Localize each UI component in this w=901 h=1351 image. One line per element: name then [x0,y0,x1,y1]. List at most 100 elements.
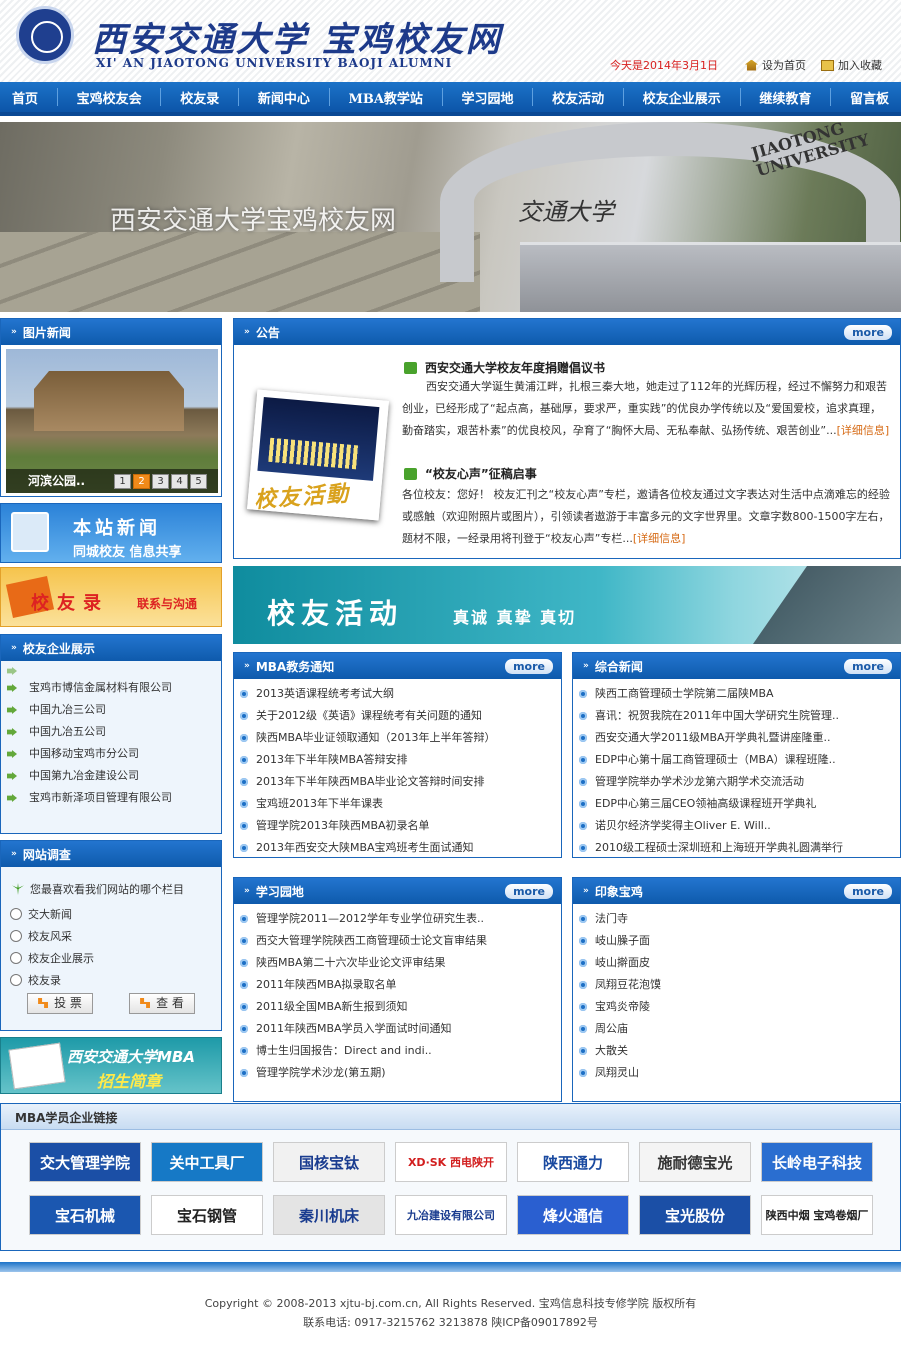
partner-logo-link[interactable]: 施耐德宝光 [639,1142,751,1182]
partner-logo-link[interactable]: 烽火通信 [517,1195,629,1235]
impression-more-button[interactable]: more [844,884,892,899]
list-item[interactable]: 陕西MBA第二十六次毕业论文评审结果 [240,952,561,974]
list-item-link[interactable]: 诺贝尔经济学奖得主Oliver E. Will.. [595,815,771,837]
list-item[interactable]: 管理学院学术沙龙(第五期) [240,1062,561,1084]
list-item[interactable]: 2011年陕西MBA学员入学面试时间通知 [240,1018,561,1040]
notice-title-1[interactable]: 西安交通大学校友年度捐赠倡议书 [425,359,605,376]
alumni-activities-banner[interactable]: 校友活动 真诚 真挚 真切 [233,566,901,644]
list-item-link[interactable]: 2013年下半年陕西MBA毕业论文答辩时间安排 [256,771,485,793]
partner-logo-link[interactable]: 国核宝钛 [273,1142,385,1182]
list-item[interactable]: 周公庙 [579,1018,900,1040]
list-item[interactable]: 西交大管理学院陕西工商管理硕士论文盲审结果 [240,930,561,952]
list-item[interactable]: 管理学院2013年陕西MBA初录名单 [240,815,561,837]
partner-logo-link[interactable]: 长岭电子科技 [761,1142,873,1182]
list-item-link[interactable]: 管理学院2011—2012学年专业学位研究生表.. [256,908,484,930]
bookmark-link[interactable]: 加入收藏 [821,57,882,73]
partner-logo-link[interactable]: 九冶建设有限公司 [395,1195,507,1235]
radio-button[interactable] [10,908,22,920]
nav-alumni-directory[interactable]: 校友录 [180,88,219,107]
mba-more-button[interactable]: more [505,659,553,674]
picture-news-photo[interactable]: 河滨公园.. 1 2 3 4 5 [6,349,218,493]
list-item-link[interactable]: 凤翔豆花泡馍 [595,974,661,996]
enterprise-link[interactable]: 宝鸡市新泽项目管理有限公司 [29,787,172,809]
partner-logo-link[interactable]: 宝石机械 [29,1195,141,1235]
list-item-link[interactable]: 西安交通大学2011级MBA开学典礼暨讲座隆重.. [595,727,831,749]
list-item[interactable]: 喜讯：祝贺我院在2011年中国大学研究生院管理.. [579,705,900,727]
detail-link[interactable]: [详细信息] [633,532,686,545]
list-item[interactable]: 大散关 [579,1040,900,1062]
partner-logo-link[interactable]: 宝光股份 [639,1195,751,1235]
list-item-link[interactable]: 宝鸡炎帝陵 [595,996,650,1018]
vote-button[interactable]: 投 票 [27,993,93,1014]
list-item[interactable]: 西安交通大学2011级MBA开学典礼暨讲座隆重.. [579,727,900,749]
mba-admissions-ad[interactable]: 西安交通大学MBA 招生简章 [0,1037,222,1094]
list-item[interactable]: 岐山擀面皮 [579,952,900,974]
list-item[interactable]: 陕西工商管理硕士学院第二届陕MBA [579,683,900,705]
partner-logo-link[interactable]: 交大管理学院 [29,1142,141,1182]
radio-button[interactable] [10,974,22,986]
photo-caption[interactable]: 河滨公园.. [28,472,85,489]
list-item-link[interactable]: 管理学院举办学术沙龙第六期学术交流活动 [595,771,804,793]
list-item[interactable]: 2013年下半年陕MBA答辩安排 [240,749,561,771]
list-item-link[interactable]: 管理学院学术沙龙(第五期) [256,1062,386,1084]
list-item[interactable]: 2010级工程硕士深圳班和上海班开学典礼圆满举行 [579,837,900,859]
notice-item-title[interactable]: “校友心声”征稿启事 [404,465,537,482]
survey-option[interactable]: 校友风采 [10,928,72,944]
partner-logo-link[interactable]: 陕西中烟 宝鸡卷烟厂 [761,1195,873,1235]
list-item-link[interactable]: 凤翔灵山 [595,1062,639,1084]
list-item[interactable]: 2011级全国MBA新生报到须知 [240,996,561,1018]
list-item-link[interactable]: 周公庙 [595,1018,628,1040]
enterprise-link[interactable]: 宝鸡市博信金属材料有限公司 [29,677,172,699]
list-item[interactable]: 宝鸡市新泽项目管理有限公司 [7,787,221,809]
nav-enterprise-showcase[interactable]: 校友企业展示 [643,88,721,107]
partner-logo-link[interactable]: 陕西通力 [517,1142,629,1182]
list-item[interactable]: 诺贝尔经济学奖得主Oliver E. Will.. [579,815,900,837]
alumni-directory-ad[interactable]: 校友录 联系与沟通 [0,567,222,627]
list-item-link[interactable]: 法门寺 [595,908,628,930]
list-item[interactable]: 中国第九冶金建设公司 [7,765,221,787]
list-item-link[interactable]: 陕西MBA毕业证领取通知（2013年上半年答辩） [256,727,496,749]
list-item-link[interactable]: 关于2012级《英语》课程统考有关问题的通知 [256,705,482,727]
list-item-link[interactable]: 西交大管理学院陕西工商管理硕士论文盲审结果 [256,930,487,952]
list-item-link[interactable]: 2011年陕西MBA拟录取名单 [256,974,397,996]
slide-page-2[interactable]: 2 [133,474,150,489]
list-item[interactable]: 宝鸡市博信金属材料有限公司 [7,677,221,699]
list-item-link[interactable]: 管理学院2013年陕西MBA初录名单 [256,815,430,837]
list-item-link[interactable]: 岐山擀面皮 [595,952,650,974]
list-item-link[interactable]: 岐山臊子面 [595,930,650,952]
detail-link[interactable]: [详细信息] [837,424,890,437]
enterprise-link[interactable]: 中国第九冶金建设公司 [29,765,139,787]
nav-message-board[interactable]: 留言板 [850,88,889,107]
nav-news-center[interactable]: 新闻中心 [258,88,310,107]
list-item[interactable]: 2013年西安交大陕MBA宝鸡班考生面试通知 [240,837,561,859]
list-item-link[interactable]: 博士生归国报告：Direct and indi.. [256,1040,432,1062]
study-more-button[interactable]: more [505,884,553,899]
partner-logo-link[interactable]: XD·SK 西电陕开 [395,1142,507,1182]
list-item[interactable]: 中国九冶三公司 [7,699,221,721]
nav-continuing-education[interactable]: 继续教育 [759,88,811,107]
list-item[interactable]: 凤翔豆花泡馍 [579,974,900,996]
slide-page-1[interactable]: 1 [114,474,131,489]
list-item-link[interactable]: 2011级全国MBA新生报到须知 [256,996,408,1018]
list-item-link[interactable]: 喜讯：祝贺我院在2011年中国大学研究生院管理.. [595,705,839,727]
list-item-link[interactable]: 陕西MBA第二十六次毕业论文评审结果 [256,952,446,974]
site-news-ad[interactable]: 本站新闻 同城校友 信息共享 [0,503,222,563]
notice-title-2[interactable]: “校友心声”征稿启事 [425,465,537,482]
list-item[interactable]: 管理学院2011—2012学年专业学位研究生表.. [240,908,561,930]
list-item-link[interactable]: 大散关 [595,1040,628,1062]
nav-study-garden[interactable]: 学习园地 [462,88,514,107]
list-item-link[interactable]: 2013英语课程统考考试大纲 [256,683,394,705]
notice-item-title[interactable]: 西安交通大学校友年度捐赠倡议书 [404,359,605,376]
list-item[interactable]: 凤翔灵山 [579,1062,900,1084]
list-item[interactable]: EDP中心第三届CEO领袖高级课程班开学典礼 [579,793,900,815]
enterprise-link[interactable]: 中国九冶三公司 [29,699,106,721]
list-item-link[interactable]: 陕西工商管理硕士学院第二届陕MBA [595,683,774,705]
list-item[interactable]: 管理学院举办学术沙龙第六期学术交流活动 [579,771,900,793]
enterprise-link[interactable]: 中国九冶五公司 [29,721,106,743]
partner-logo-link[interactable]: 关中工具厂 [151,1142,263,1182]
list-item[interactable]: 中国移动宝鸡市分公司 [7,743,221,765]
list-item[interactable]: 博士生归国报告：Direct and indi.. [240,1040,561,1062]
list-item-link[interactable]: 2010级工程硕士深圳班和上海班开学典礼圆满举行 [595,837,843,859]
survey-option[interactable]: 校友企业展示 [10,950,94,966]
radio-button[interactable] [10,952,22,964]
